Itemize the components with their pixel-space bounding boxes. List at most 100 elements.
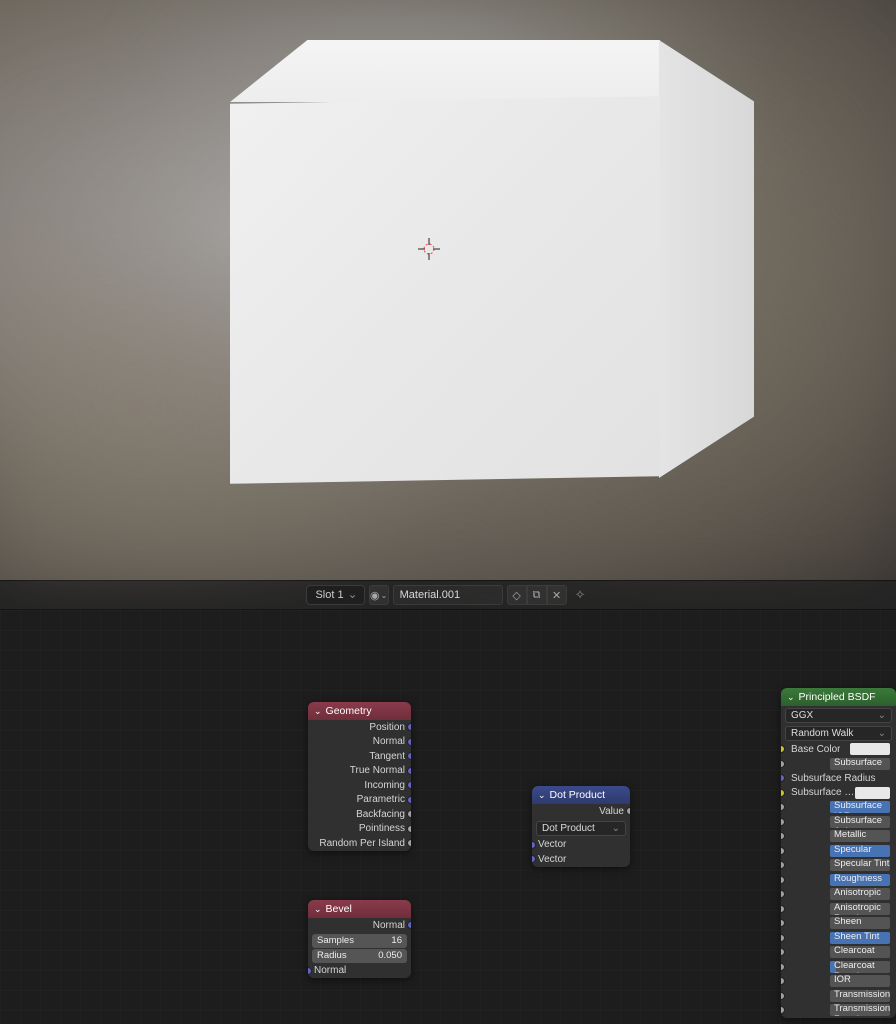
value-slider[interactable]: Specular — [830, 845, 890, 857]
socket-output[interactable] — [407, 723, 411, 731]
bsdf-input-sheen-tint[interactable]: Sheen Tint — [781, 931, 896, 946]
bsdf-input-subsurface-co-[interactable]: Subsurface Co... — [781, 786, 896, 801]
socket-out-backfacing[interactable]: Backfacing — [308, 807, 411, 822]
socket-out-parametric[interactable]: Parametric — [308, 793, 411, 808]
node-header[interactable]: ⌄ Principled BSDF — [781, 688, 896, 706]
socket-output[interactable] — [407, 796, 411, 804]
socket-output[interactable] — [407, 921, 411, 929]
socket-input[interactable] — [781, 963, 785, 971]
socket-output[interactable] — [407, 781, 411, 789]
bsdf-input-anisotropic-rotation[interactable]: Anisotropic Rotation — [781, 902, 896, 917]
bsdf-input-subsurface[interactable]: Subsurface — [781, 757, 896, 772]
bevel-samples-field[interactable]: Samples 16 — [312, 934, 407, 948]
material-browse-button[interactable]: ◉ ⌄ — [369, 585, 389, 605]
value-slider[interactable]: Subsurface Anisotropy — [830, 816, 890, 828]
socket-out-value[interactable]: Value — [532, 804, 630, 819]
socket-input[interactable] — [781, 861, 785, 869]
vector-math-operation-select[interactable]: Dot Product — [536, 821, 626, 836]
unlink-material-button[interactable]: ✕ — [547, 585, 567, 605]
socket-input[interactable] — [781, 905, 785, 913]
value-slider[interactable]: Transmission Roughness — [830, 1004, 890, 1016]
value-slider[interactable]: IOR — [830, 975, 890, 987]
socket-input[interactable] — [781, 934, 785, 942]
socket-input[interactable] — [781, 1006, 785, 1014]
socket-out-true-normal[interactable]: True Normal — [308, 764, 411, 779]
color-swatch[interactable] — [855, 787, 890, 799]
duplicate-material-button[interactable]: ⧉ — [527, 585, 547, 605]
value-slider[interactable]: Subsurface IOR — [830, 801, 890, 813]
socket-input[interactable] — [781, 818, 785, 826]
socket-output[interactable] — [407, 738, 411, 746]
bsdf-input-specular-tint[interactable]: Specular Tint — [781, 858, 896, 873]
socket-input[interactable] — [781, 774, 785, 782]
socket-output[interactable] — [407, 767, 411, 775]
fake-user-button[interactable]: ◇ — [507, 585, 527, 605]
viewport-3d[interactable] — [0, 0, 896, 580]
value-slider[interactable]: Clearcoat — [830, 946, 890, 958]
bsdf-input-transmission[interactable]: Transmission — [781, 989, 896, 1004]
bsdf-input-anisotropic[interactable]: Anisotropic — [781, 887, 896, 902]
bsdf-input-clearcoat[interactable]: Clearcoat — [781, 945, 896, 960]
value-slider[interactable]: Sheen Tint — [830, 932, 890, 944]
socket-in-normal[interactable]: Normal — [308, 964, 411, 979]
socket-input[interactable] — [781, 803, 785, 811]
socket-in-vector-b[interactable]: Vector — [532, 852, 630, 867]
node-principled-bsdf[interactable]: ⌄ Principled BSDF GGX Random Walk Base C… — [781, 688, 896, 1018]
socket-input[interactable] — [781, 919, 785, 927]
socket-input[interactable] — [781, 745, 785, 753]
node-geometry[interactable]: ⌄ Geometry PositionNormalTangentTrue Nor… — [308, 702, 411, 851]
bsdf-input-base-color[interactable]: Base Color — [781, 742, 896, 757]
socket-output[interactable] — [407, 825, 411, 833]
value-slider[interactable]: Sheen — [830, 917, 890, 929]
value-slider[interactable]: Anisotropic Rotation — [830, 903, 890, 915]
socket-out-pointiness[interactable]: Pointiness — [308, 822, 411, 837]
value-slider[interactable]: Transmission — [830, 990, 890, 1002]
value-slider[interactable]: Metallic — [830, 830, 890, 842]
cube-object[interactable] — [170, 40, 710, 560]
socket-input[interactable] — [532, 855, 536, 863]
socket-out-random-per-island[interactable]: Random Per Island — [308, 836, 411, 851]
socket-input[interactable] — [781, 890, 785, 898]
socket-output[interactable] — [407, 752, 411, 760]
pin-button[interactable]: ✧ — [571, 587, 590, 603]
socket-input[interactable] — [532, 841, 536, 849]
node-editor-area[interactable]: ⌄ Geometry PositionNormalTangentTrue Nor… — [0, 610, 896, 1024]
socket-input[interactable] — [781, 760, 785, 768]
socket-output[interactable] — [407, 810, 411, 818]
node-header[interactable]: ⌄ Geometry — [308, 702, 411, 720]
bsdf-input-subsurface-ior[interactable]: Subsurface IOR — [781, 800, 896, 815]
bsdf-input-clearcoat-roughness[interactable]: Clearcoat Roughness — [781, 960, 896, 975]
socket-out-normal[interactable]: Normal — [308, 918, 411, 933]
node-header[interactable]: ⌄ Dot Product — [532, 786, 630, 804]
socket-input[interactable] — [781, 876, 785, 884]
value-slider[interactable]: Specular Tint — [830, 859, 890, 871]
socket-input[interactable] — [781, 977, 785, 985]
socket-output[interactable] — [626, 807, 630, 815]
socket-input[interactable] — [781, 992, 785, 1000]
bsdf-input-specular[interactable]: Specular — [781, 844, 896, 859]
bsdf-distribution-select[interactable]: GGX — [785, 708, 892, 723]
socket-input[interactable] — [781, 948, 785, 956]
bsdf-input-subsurface-radius[interactable]: Subsurface Radius — [781, 771, 896, 786]
bsdf-sss-method-select[interactable]: Random Walk — [785, 726, 892, 741]
bsdf-input-subsurface-anisotropy[interactable]: Subsurface Anisotropy — [781, 815, 896, 830]
node-header[interactable]: ⌄ Bevel — [308, 900, 411, 918]
value-slider[interactable]: Subsurface — [830, 758, 890, 770]
socket-out-incoming[interactable]: Incoming — [308, 778, 411, 793]
value-slider[interactable]: Roughness — [830, 874, 890, 886]
socket-in-vector-a[interactable]: Vector — [532, 838, 630, 853]
value-slider[interactable]: Clearcoat Roughness — [830, 961, 890, 973]
node-bevel[interactable]: ⌄ Bevel Normal Samples 16 Radius 0.050 N… — [308, 900, 411, 978]
value-slider[interactable]: Anisotropic — [830, 888, 890, 900]
socket-input[interactable] — [781, 789, 785, 797]
bsdf-input-metallic[interactable]: Metallic — [781, 829, 896, 844]
color-swatch[interactable] — [850, 743, 890, 755]
material-name-input[interactable] — [393, 585, 503, 605]
socket-input[interactable] — [781, 832, 785, 840]
material-slot-select[interactable]: Slot 1 — [306, 585, 364, 605]
bsdf-input-ior[interactable]: IOR — [781, 974, 896, 989]
socket-input[interactable] — [781, 847, 785, 855]
bsdf-input-sheen[interactable]: Sheen — [781, 916, 896, 931]
socket-output[interactable] — [407, 839, 411, 847]
bsdf-input-transmission-roughness[interactable]: Transmission Roughness — [781, 1003, 896, 1018]
